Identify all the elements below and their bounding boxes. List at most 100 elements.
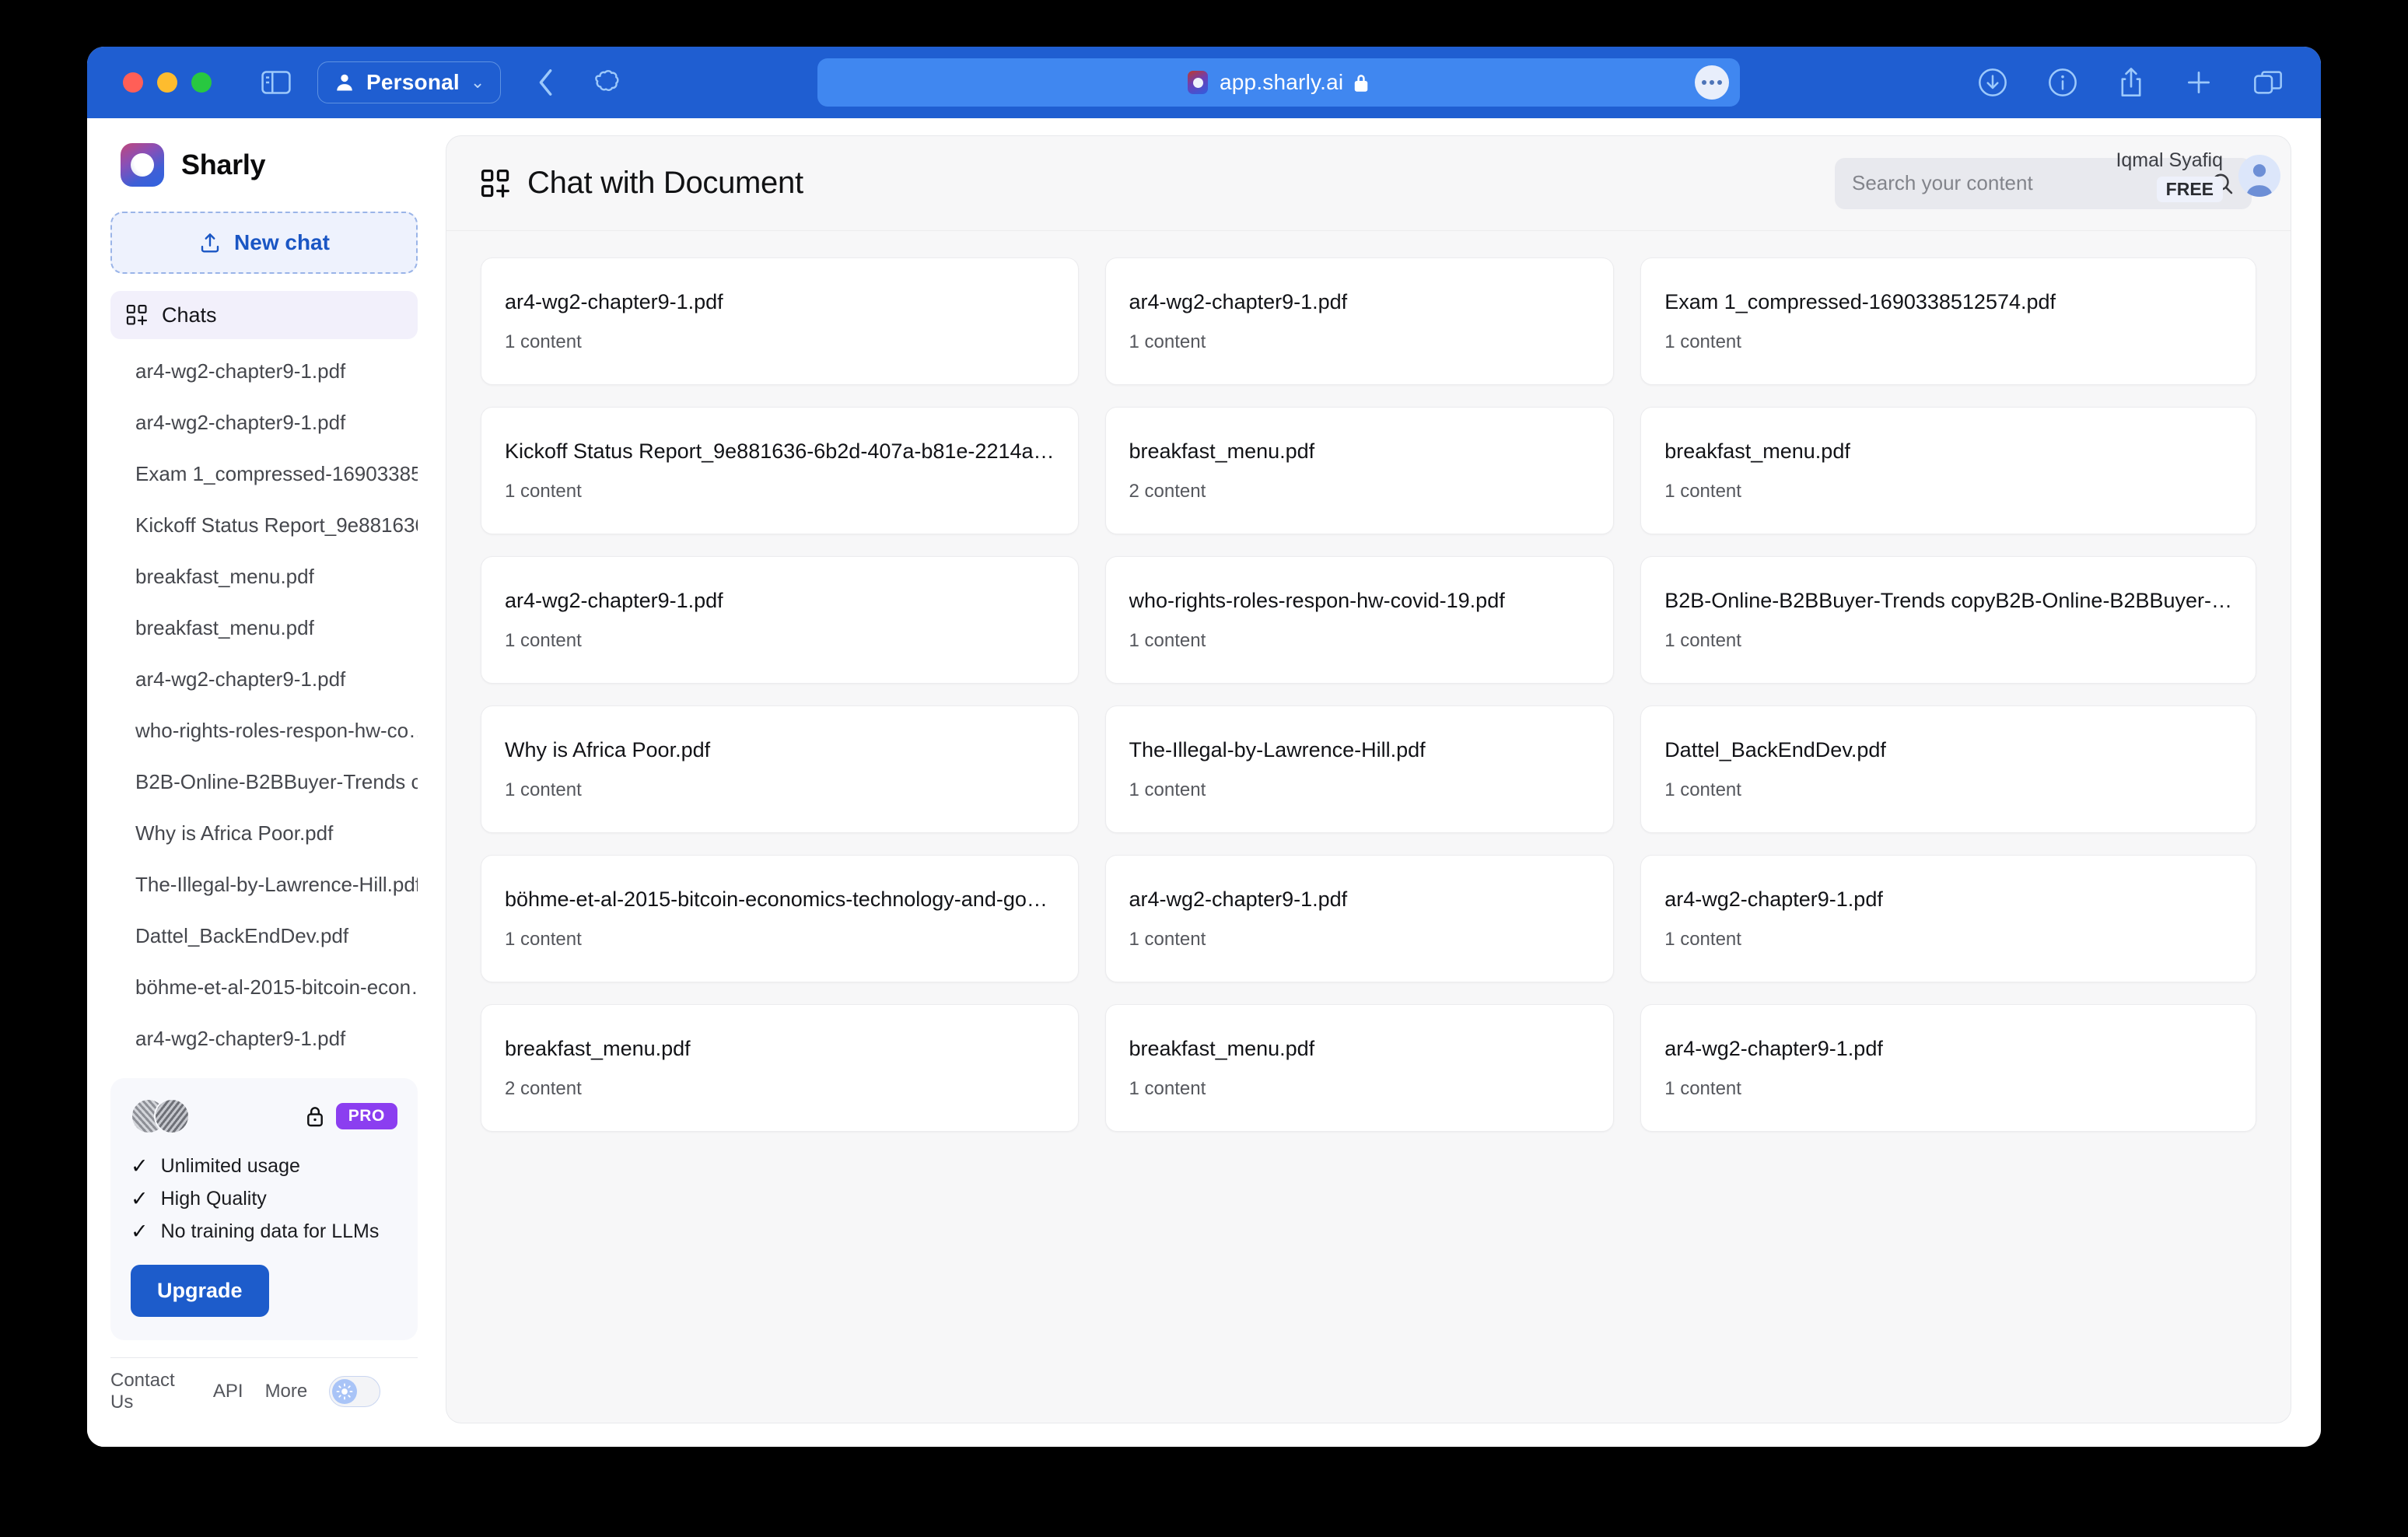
document-card-title: breakfast_menu.pdf xyxy=(1664,439,1850,463)
document-card[interactable]: The-Illegal-by-Lawrence-Hill.pdf 1 conte… xyxy=(1104,705,1615,833)
address-bar[interactable]: app.sharly.ai xyxy=(817,58,1741,107)
contact-us-link[interactable]: Contact Us xyxy=(110,1370,191,1413)
theme-toggle[interactable] xyxy=(329,1376,380,1407)
document-card-grid: ar4-wg2-chapter9-1.pdf 1 content ar4-wg2… xyxy=(446,231,2291,1166)
maximize-window-button[interactable] xyxy=(191,72,212,93)
chat-list-item[interactable]: ar4-wg2-chapter9-1.pdf xyxy=(110,653,418,705)
document-card[interactable]: ar4-wg2-chapter9-1.pdf 1 content xyxy=(481,257,1079,385)
address-bar-url: app.sharly.ai xyxy=(1220,70,1344,94)
document-card-content-count: 1 content xyxy=(1664,779,1741,800)
document-card-content-count: 1 content xyxy=(1129,928,1206,950)
chat-list-item[interactable]: who-rights-roles-respon-hw-co… xyxy=(110,705,418,756)
document-card-content-count: 1 content xyxy=(1129,629,1206,651)
document-card-title: B2B-Online-B2BBuyer-Trends copyB2B-Onlin… xyxy=(1664,588,2232,612)
new-chat-label: New chat xyxy=(234,230,330,254)
url-more-icon[interactable] xyxy=(1695,65,1730,100)
api-link[interactable]: API xyxy=(213,1381,243,1402)
document-card-content-count: 2 content xyxy=(505,1077,582,1099)
promo-feature-label: Unlimited usage xyxy=(160,1154,300,1177)
chat-list-item[interactable]: ar4-wg2-chapter9-1.pdf xyxy=(110,397,418,448)
sidebar: Sharly New chat Chats ar4-wg2-chapter9-1… xyxy=(87,118,441,1447)
more-link[interactable]: More xyxy=(265,1381,308,1402)
document-card[interactable]: breakfast_menu.pdf 2 content xyxy=(1104,407,1615,534)
minimize-window-button[interactable] xyxy=(157,72,177,93)
close-window-button[interactable] xyxy=(123,72,143,93)
back-chevron-icon[interactable] xyxy=(535,68,557,97)
promo-header: PRO xyxy=(131,1098,397,1134)
document-card[interactable]: ar4-wg2-chapter9-1.pdf 1 content xyxy=(1640,1004,2256,1132)
document-card[interactable]: Why is Africa Poor.pdf 1 content xyxy=(481,705,1079,833)
document-card[interactable]: breakfast_menu.pdf 1 content xyxy=(1640,407,2256,534)
page-title-label: Chat with Document xyxy=(527,166,803,200)
promo-feature: ✓ Unlimited usage xyxy=(131,1150,397,1182)
plus-icon[interactable] xyxy=(2184,68,2214,97)
sidebar-item-chats[interactable]: Chats xyxy=(110,291,418,339)
document-card-content-count: 1 content xyxy=(1664,331,1741,352)
chat-list-item[interactable]: breakfast_menu.pdf xyxy=(110,602,418,653)
document-card[interactable]: breakfast_menu.pdf 1 content xyxy=(1104,1004,1615,1132)
document-card[interactable]: ar4-wg2-chapter9-1.pdf 1 content xyxy=(1104,855,1615,982)
upgrade-button[interactable]: Upgrade xyxy=(131,1265,269,1317)
chat-list-item[interactable]: Kickoff Status Report_9e881636… xyxy=(110,499,418,551)
promo-feature: ✓ No training data for LLMs xyxy=(131,1215,397,1248)
privacy-shield-icon[interactable] xyxy=(593,68,624,96)
document-card-content-count: 1 content xyxy=(505,928,582,950)
chat-list-item[interactable]: Exam 1_compressed-16903385… xyxy=(110,448,418,499)
account-text: Iqmal Syafiq FREE xyxy=(2116,149,2223,202)
document-card[interactable]: ar4-wg2-chapter9-1.pdf 1 content xyxy=(481,556,1079,684)
app-brand[interactable]: Sharly xyxy=(110,118,418,212)
chat-list-item[interactable]: breakfast_menu.pdf xyxy=(110,551,418,602)
page-title: Chat with Document xyxy=(481,166,803,201)
avatar[interactable] xyxy=(2238,155,2280,197)
new-chat-button[interactable]: New chat xyxy=(110,212,418,274)
document-card[interactable]: who-rights-roles-respon-hw-covid-19.pdf … xyxy=(1104,556,1615,684)
document-card[interactable]: böhme-et-al-2015-bitcoin-economics-techn… xyxy=(481,855,1079,982)
document-card[interactable]: B2B-Online-B2BBuyer-Trends copyB2B-Onlin… xyxy=(1640,556,2256,684)
document-card-title: breakfast_menu.pdf xyxy=(505,1036,691,1060)
chat-list-item[interactable]: The-Illegal-by-Lawrence-Hill.pdf xyxy=(110,859,418,910)
document-card[interactable]: ar4-wg2-chapter9-1.pdf 1 content xyxy=(1640,855,2256,982)
document-card[interactable]: Kickoff Status Report_9e881636-6b2d-407a… xyxy=(481,407,1079,534)
chat-list-item[interactable]: Dattel_BackEndDev.pdf xyxy=(110,910,418,961)
document-card-title: The-Illegal-by-Lawrence-Hill.pdf xyxy=(1129,737,1426,761)
account-menu[interactable]: Iqmal Syafiq FREE xyxy=(2116,149,2280,202)
chat-list-item[interactable]: ar4-wg2-chapter9-1.pdf xyxy=(110,345,418,397)
document-card-title: Why is Africa Poor.pdf xyxy=(505,737,711,761)
document-card-title: ar4-wg2-chapter9-1.pdf xyxy=(1129,887,1348,911)
info-icon[interactable] xyxy=(2047,67,2078,98)
promo-feature-list: ✓ Unlimited usage ✓ High Quality ✓ No tr… xyxy=(131,1150,397,1248)
lock-icon xyxy=(1353,72,1370,93)
document-card[interactable]: breakfast_menu.pdf 2 content xyxy=(481,1004,1079,1132)
download-icon[interactable] xyxy=(1977,67,2008,98)
main-content: Chat with Document ar4-wg2-chapter9-1.pd… xyxy=(441,118,2321,1447)
upgrade-promo-card: PRO ✓ Unlimited usage ✓ High Quality ✓ N… xyxy=(110,1078,418,1340)
tab-overview-icon[interactable] xyxy=(2252,68,2284,97)
promo-feature-label: No training data for LLMs xyxy=(160,1220,380,1242)
chat-list-item[interactable]: böhme-et-al-2015-bitcoin-econ… xyxy=(110,961,418,1013)
document-card-content-count: 1 content xyxy=(1664,1077,1741,1099)
document-card-title: ar4-wg2-chapter9-1.pdf xyxy=(1664,887,1883,911)
document-card-content-count: 1 content xyxy=(1129,779,1206,800)
chat-list-item[interactable]: Why is Africa Poor.pdf xyxy=(110,807,418,859)
document-card[interactable]: Dattel_BackEndDev.pdf 1 content xyxy=(1640,705,2256,833)
promo-feature-label: High Quality xyxy=(160,1187,267,1210)
document-card-title: breakfast_menu.pdf xyxy=(1129,439,1315,463)
document-card-content-count: 2 content xyxy=(1129,480,1206,502)
share-icon[interactable] xyxy=(2117,66,2145,99)
content-panel: Chat with Document ar4-wg2-chapter9-1.pd… xyxy=(446,135,2291,1423)
lock-icon xyxy=(306,1107,323,1127)
document-card-title: ar4-wg2-chapter9-1.pdf xyxy=(505,289,723,313)
person-icon xyxy=(337,74,352,91)
pro-badge: PRO xyxy=(335,1103,397,1129)
chat-list-item[interactable]: ar4-wg2-chapter9-1.pdf xyxy=(110,1013,418,1064)
profile-switcher-button[interactable]: Personal ⌄ xyxy=(317,61,502,103)
document-card[interactable]: Exam 1_compressed-1690338512574.pdf 1 co… xyxy=(1640,257,2256,385)
document-card-content-count: 1 content xyxy=(1129,331,1206,352)
brand-name: Sharly xyxy=(181,149,266,180)
promo-avatars xyxy=(131,1098,190,1134)
chat-list-item[interactable]: B2B-Online-B2BBuyer-Trends c… xyxy=(110,756,418,807)
grid-plus-icon xyxy=(126,304,148,326)
document-card[interactable]: ar4-wg2-chapter9-1.pdf 1 content xyxy=(1104,257,1615,385)
sidebar-toggle-icon[interactable] xyxy=(261,70,291,95)
document-card-title: böhme-et-al-2015-bitcoin-economics-techn… xyxy=(505,887,1048,911)
